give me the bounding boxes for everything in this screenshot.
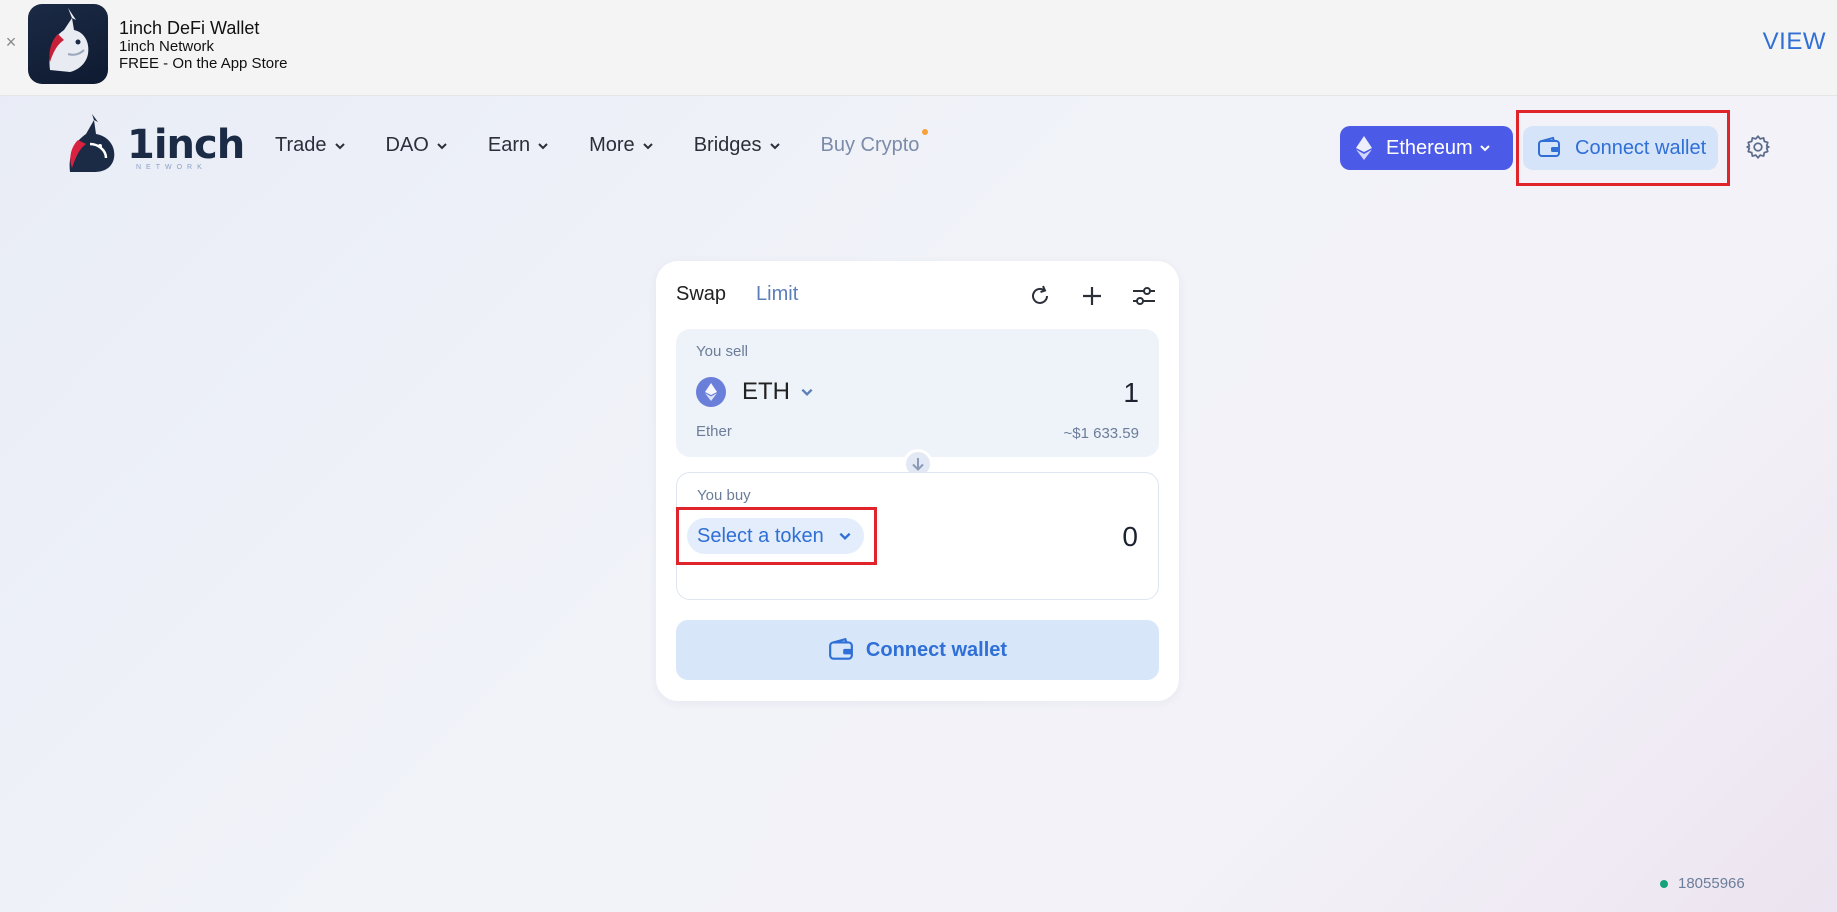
ethereum-icon [1356,136,1372,160]
logo-wordmark: 1inch [127,122,245,168]
settings-button[interactable] [1745,134,1771,160]
tab-swap[interactable]: Swap [676,283,726,306]
network-label: Ethereum [1386,136,1473,159]
app-banner: × 1inch DeFi Wallet 1inch Network FREE -… [0,0,1837,96]
status-dot [1660,879,1668,888]
banner-publisher: 1inch Network [119,38,215,55]
sell-token-symbol: ETH [742,378,790,405]
nav-bridges-label: Bridges [693,134,762,156]
swap-card: Swap Limit You sell ETH 1 Ether ~$1 633.… [656,261,1179,701]
nav-trade-label: Trade [275,134,327,156]
nav-more[interactable]: More [589,134,654,157]
refresh-icon [1032,285,1048,304]
select-token-button[interactable]: Select a token [687,518,864,554]
ethereum-icon [705,383,717,401]
chevron-down-icon [642,142,653,149]
chevron-down-icon [334,142,345,149]
wallet-icon [1538,136,1560,157]
gear-icon [1746,135,1770,159]
site-header: 1inch NETWORK Trade DAO Earn More Bridge… [0,96,1837,196]
logo-subtext: NETWORK [136,164,207,171]
swap-actions [1025,281,1159,311]
nav-trade[interactable]: Trade [275,134,346,157]
nav-buy-crypto-label: Buy Crypto [820,134,920,156]
sell-panel: You sell ETH 1 Ether ~$1 633.59 [676,329,1159,457]
sell-usd-value: ~$1 633.59 [1063,425,1140,442]
nav-earn-label: Earn [487,134,531,156]
tab-limit[interactable]: Limit [756,283,798,306]
eth-token-icon [696,377,726,407]
chevron-down-icon [769,142,780,149]
banner-view-button[interactable]: VIEW [1763,28,1826,56]
nav-dao-label: DAO [385,134,429,156]
chevron-down-icon [437,142,447,149]
swap-tabs: Swap Limit [676,283,828,306]
swap-settings-button[interactable] [1129,281,1159,311]
chevron-down-icon [839,532,851,540]
new-indicator-dot [922,129,929,135]
banner-texts: 1inch DeFi Wallet 1inch Network FREE - O… [119,18,287,72]
header-connect-wallet-button[interactable]: Connect wallet [1523,126,1718,170]
main-nav: Trade DAO Earn More Bridges Buy Crypto [275,129,959,157]
nav-bridges[interactable]: Bridges [694,134,781,157]
banner-price: FREE - On the App Store [119,55,288,72]
add-button[interactable] [1077,281,1107,311]
nav-more-label: More [589,134,635,156]
nav-earn[interactable]: Earn [488,134,549,157]
buy-amount-output: 0 [1122,521,1138,552]
nav-buy-crypto[interactable]: Buy Crypto [820,129,929,157]
site-logo[interactable]: 1inch NETWORK [64,114,245,174]
sell-amount-input[interactable]: 1 [1123,377,1139,409]
arrow-down-icon [912,458,924,471]
unicorn-logo-icon [49,8,89,72]
sliders-icon [1133,287,1155,305]
connect-wallet-button[interactable]: Connect wallet [676,620,1159,680]
wallet-icon [829,637,853,660]
sell-token-selector[interactable]: ETH [696,377,814,407]
chevron-down-icon [538,142,548,149]
app-icon[interactable] [28,4,108,84]
block-number-status[interactable]: 18055966 [1660,875,1745,892]
plus-icon [1083,287,1101,305]
sell-token-name: Ether [696,423,732,440]
banner-title: 1inch DeFi Wallet [119,18,260,38]
refresh-button[interactable] [1025,281,1055,311]
block-number: 18055966 [1678,875,1745,892]
unicorn-logo-icon [69,114,115,172]
chevron-down-icon [1480,145,1490,152]
nav-dao[interactable]: DAO [386,134,448,157]
connect-wallet-label: Connect wallet [865,638,1008,661]
sell-label: You sell [696,343,748,360]
network-selector-button[interactable]: Ethereum [1340,126,1513,170]
buy-panel: You buy Select a token 0 [676,472,1159,600]
header-connect-wallet-label: Connect wallet [1575,136,1707,159]
chevron-down-icon [801,388,813,396]
select-token-label: Select a token [697,524,824,547]
buy-label: You buy [697,487,751,504]
banner-close-button[interactable]: × [2,33,20,51]
